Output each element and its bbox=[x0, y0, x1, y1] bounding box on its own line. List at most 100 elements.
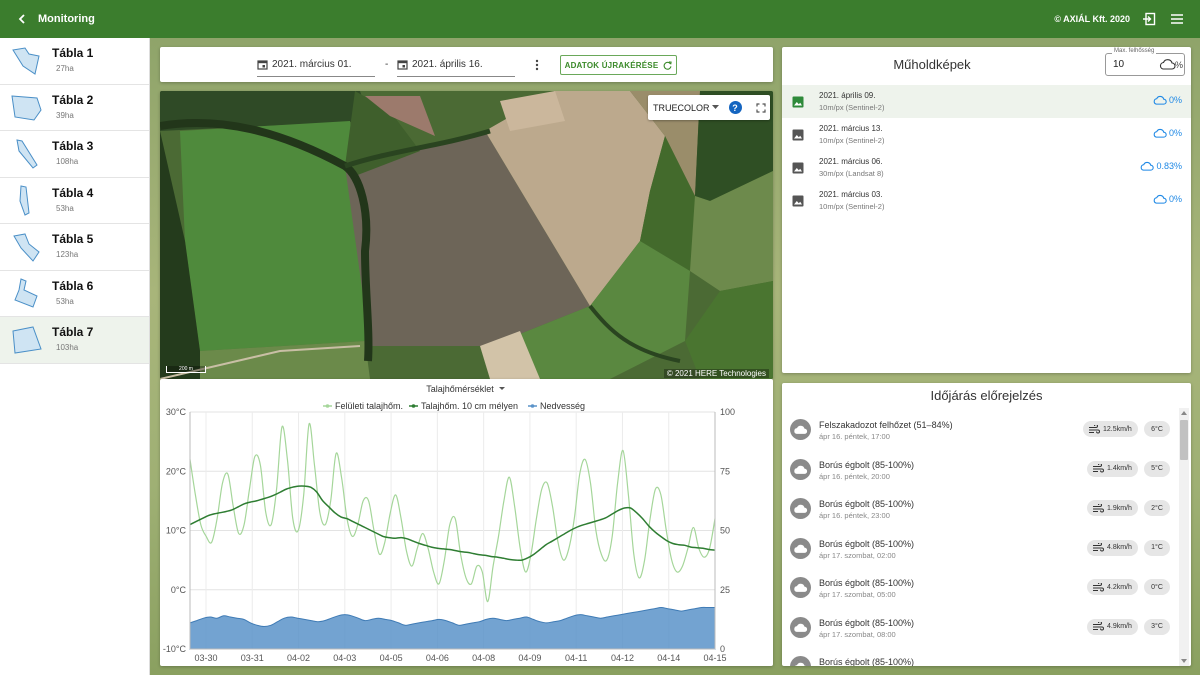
legend-label: Talajhőm. 10 cm mélyen bbox=[421, 401, 518, 411]
help-icon[interactable]: ? bbox=[728, 101, 742, 114]
wind-speed: 1.4km/h bbox=[1107, 465, 1132, 472]
x-tick-label: 03-30 bbox=[194, 653, 217, 663]
field-list-sidebar: Tábla 1 27ha Tábla 2 39ha Tábla 3 108ha … bbox=[0, 38, 150, 675]
date-from-value: 2021. március 01. bbox=[272, 59, 352, 70]
field-shape-icon bbox=[6, 136, 46, 172]
x-tick-label: 04-15 bbox=[703, 653, 726, 663]
satellite-map[interactable]: TRUECOLOR ? 200 m © 2021 HERE Technologi… bbox=[160, 91, 773, 379]
satellite-image-cloud-value: 0% bbox=[1168, 95, 1182, 105]
forecast-description: Borús égbolt (85-100%) bbox=[819, 459, 915, 470]
x-tick-label: 04-06 bbox=[426, 653, 449, 663]
satellite-image-cloud: 0% bbox=[1153, 95, 1182, 105]
layer-select-value: TRUECOLOR bbox=[653, 102, 710, 113]
forecast-time: ápr 16. péntek, 23:00 bbox=[819, 511, 890, 520]
date-from-field[interactable]: 2021. március 01. bbox=[257, 53, 375, 77]
forecast-row[interactable]: Felszakadozot felhőzet (51–84%) ápr 16. … bbox=[782, 408, 1179, 448]
wind-chip: 1.9km/h bbox=[1087, 500, 1138, 516]
satellite-image-date: 2021. március 13. bbox=[819, 124, 883, 133]
chart-title-select[interactable]: Talajhőmérséklet bbox=[426, 384, 505, 394]
top-bar: Monitoring © AXIÁL Kft. 2020 bbox=[0, 0, 1200, 38]
x-tick-label: 04-14 bbox=[657, 653, 680, 663]
y-right-tick-label: 100 bbox=[720, 407, 735, 417]
wind-chip: 4.2km/h bbox=[1087, 579, 1138, 595]
menu-icon[interactable] bbox=[1168, 10, 1186, 28]
forecast-row[interactable]: Borús égbolt (85-100%) bbox=[782, 645, 1179, 666]
y-left-tick-label: 20°C bbox=[166, 466, 187, 476]
field-shape-icon bbox=[6, 182, 46, 218]
y-left-tick-label: 30°C bbox=[166, 407, 187, 417]
field-item-tabla-6[interactable]: Tábla 6 53ha bbox=[0, 271, 149, 317]
weather-scrollbar[interactable] bbox=[1179, 408, 1189, 666]
legend-label: Nedvesség bbox=[540, 401, 585, 411]
chart-legend: Felületi talajhőm. Talajhőm. 10 cm mélyen… bbox=[323, 401, 585, 411]
satellite-image-cloud-value: 0% bbox=[1168, 128, 1182, 138]
back-button[interactable] bbox=[6, 0, 38, 38]
wind-icon bbox=[1093, 503, 1104, 512]
layer-select[interactable]: TRUECOLOR bbox=[653, 103, 719, 113]
satellite-image-row[interactable]: 2021. március 03. 10m/px (Sentinel-2) 0% bbox=[782, 184, 1191, 217]
forecast-time: ápr 17. szombat, 05:00 bbox=[819, 590, 896, 599]
field-name: Tábla 2 bbox=[52, 92, 94, 107]
satellite-image-resolution: 10m/px (Sentinel-2) bbox=[819, 103, 885, 112]
forecast-row[interactable]: Borús égbolt (85-100%) ápr 16. péntek, 2… bbox=[782, 448, 1179, 488]
field-item-tabla-5[interactable]: Tábla 5 123ha bbox=[0, 224, 149, 271]
fullscreen-icon[interactable] bbox=[755, 102, 766, 113]
forecast-row[interactable]: Borús égbolt (85-100%) ápr 16. péntek, 2… bbox=[782, 487, 1179, 527]
satellite-image-row[interactable]: 2021. április 09. 10m/px (Sentinel-2) 0% bbox=[782, 85, 1191, 118]
wind-chip: 4.8km/h bbox=[1087, 539, 1138, 556]
forecast-row[interactable]: Borús égbolt (85-100%) ápr 17. szombat, … bbox=[782, 606, 1179, 646]
wind-chip: 1.4km/h bbox=[1087, 460, 1138, 477]
temperature-chip: 6°C bbox=[1144, 421, 1170, 437]
more-vert-icon[interactable] bbox=[530, 56, 544, 74]
chart-svg: Talajhőmérséklet Felületi talajhőm. Talaj… bbox=[163, 384, 735, 663]
reload-data-button[interactable]: ADATOK ÚJRAKÉRÉSE bbox=[560, 55, 677, 75]
arrow-drop-down-icon bbox=[499, 387, 505, 390]
temperature-chip: 5°C bbox=[1144, 460, 1170, 477]
satellite-images-panel: Műholdképek Max. felhősség 10 % 2021. áp… bbox=[782, 47, 1191, 373]
y-right-tick-label: 75 bbox=[720, 466, 730, 476]
field-item-tabla-7[interactable]: Tábla 7 103ha bbox=[0, 317, 149, 364]
scroll-up-icon[interactable] bbox=[1181, 411, 1187, 415]
max-cloud-cover-value: 10 bbox=[1113, 59, 1125, 70]
field-item-tabla-2[interactable]: Tábla 2 39ha bbox=[0, 85, 149, 131]
satellite-image-date: 2021. április 09. bbox=[819, 91, 876, 100]
cloudy-icon bbox=[790, 419, 811, 440]
forecast-time: ápr 16. péntek, 20:00 bbox=[819, 471, 890, 481]
field-name: Tábla 3 bbox=[52, 139, 94, 153]
satellite-image-row[interactable]: 2021. március 13. 10m/px (Sentinel-2) 0% bbox=[782, 118, 1191, 151]
field-name: Tábla 6 bbox=[52, 278, 94, 293]
max-cloud-cover-unit: % bbox=[1175, 60, 1184, 70]
field-name: Tábla 4 bbox=[52, 185, 94, 200]
weather-forecast-title: Időjárás előrejelzés bbox=[930, 388, 1043, 403]
date-range-bar: 2021. március 01. - 2021. április 16. AD… bbox=[160, 47, 773, 82]
wind-speed: 4.9km/h bbox=[1107, 623, 1132, 630]
temperature-chip: 2°C bbox=[1144, 500, 1170, 516]
wind-speed: 1.9km/h bbox=[1107, 504, 1132, 512]
satellite-image-row[interactable]: 2021. március 06. 30m/px (Landsat 8) 0.8… bbox=[782, 151, 1191, 184]
forecast-time: ápr 17. szombat, 08:00 bbox=[819, 629, 896, 639]
x-tick-label: 04-02 bbox=[287, 653, 310, 663]
date-to-field[interactable]: 2021. április 16. bbox=[397, 53, 515, 77]
satellite-images-title: Műholdképek bbox=[893, 57, 971, 72]
wind-icon bbox=[1093, 582, 1104, 591]
max-cloud-cover-field[interactable]: Max. felhősség 10 % bbox=[1105, 48, 1185, 76]
forecast-row[interactable]: Borús égbolt (85-100%) ápr 17. szombat, … bbox=[782, 566, 1179, 606]
logout-icon[interactable] bbox=[1140, 10, 1158, 28]
cloudy-icon bbox=[790, 498, 811, 519]
temperature-chip: 0°C bbox=[1144, 579, 1170, 595]
y-left-tick-label: 0°C bbox=[171, 585, 187, 595]
weather-forecast-list[interactable]: Felszakadozot felhőzet (51–84%) ápr 16. … bbox=[782, 408, 1179, 666]
refresh-icon bbox=[664, 60, 673, 70]
field-item-tabla-1[interactable]: Tábla 1 27ha bbox=[0, 38, 149, 85]
wind-icon bbox=[1093, 622, 1104, 631]
field-item-tabla-3[interactable]: Tábla 3 108ha bbox=[0, 131, 149, 178]
scroll-down-icon[interactable] bbox=[1181, 659, 1187, 663]
field-item-tabla-4[interactable]: Tábla 4 53ha bbox=[0, 178, 149, 224]
forecast-row[interactable]: Borús égbolt (85-100%) ápr 17. szombat, … bbox=[782, 527, 1179, 567]
legend-swatch-dot bbox=[325, 404, 330, 408]
satellite-image-cloud-value: 0.83% bbox=[1156, 161, 1182, 171]
temperature-chip: 3°C bbox=[1144, 618, 1170, 635]
legend-swatch-dot bbox=[411, 404, 416, 408]
x-tick-label: 04-08 bbox=[472, 653, 495, 663]
scroll-thumb[interactable] bbox=[1180, 420, 1188, 460]
